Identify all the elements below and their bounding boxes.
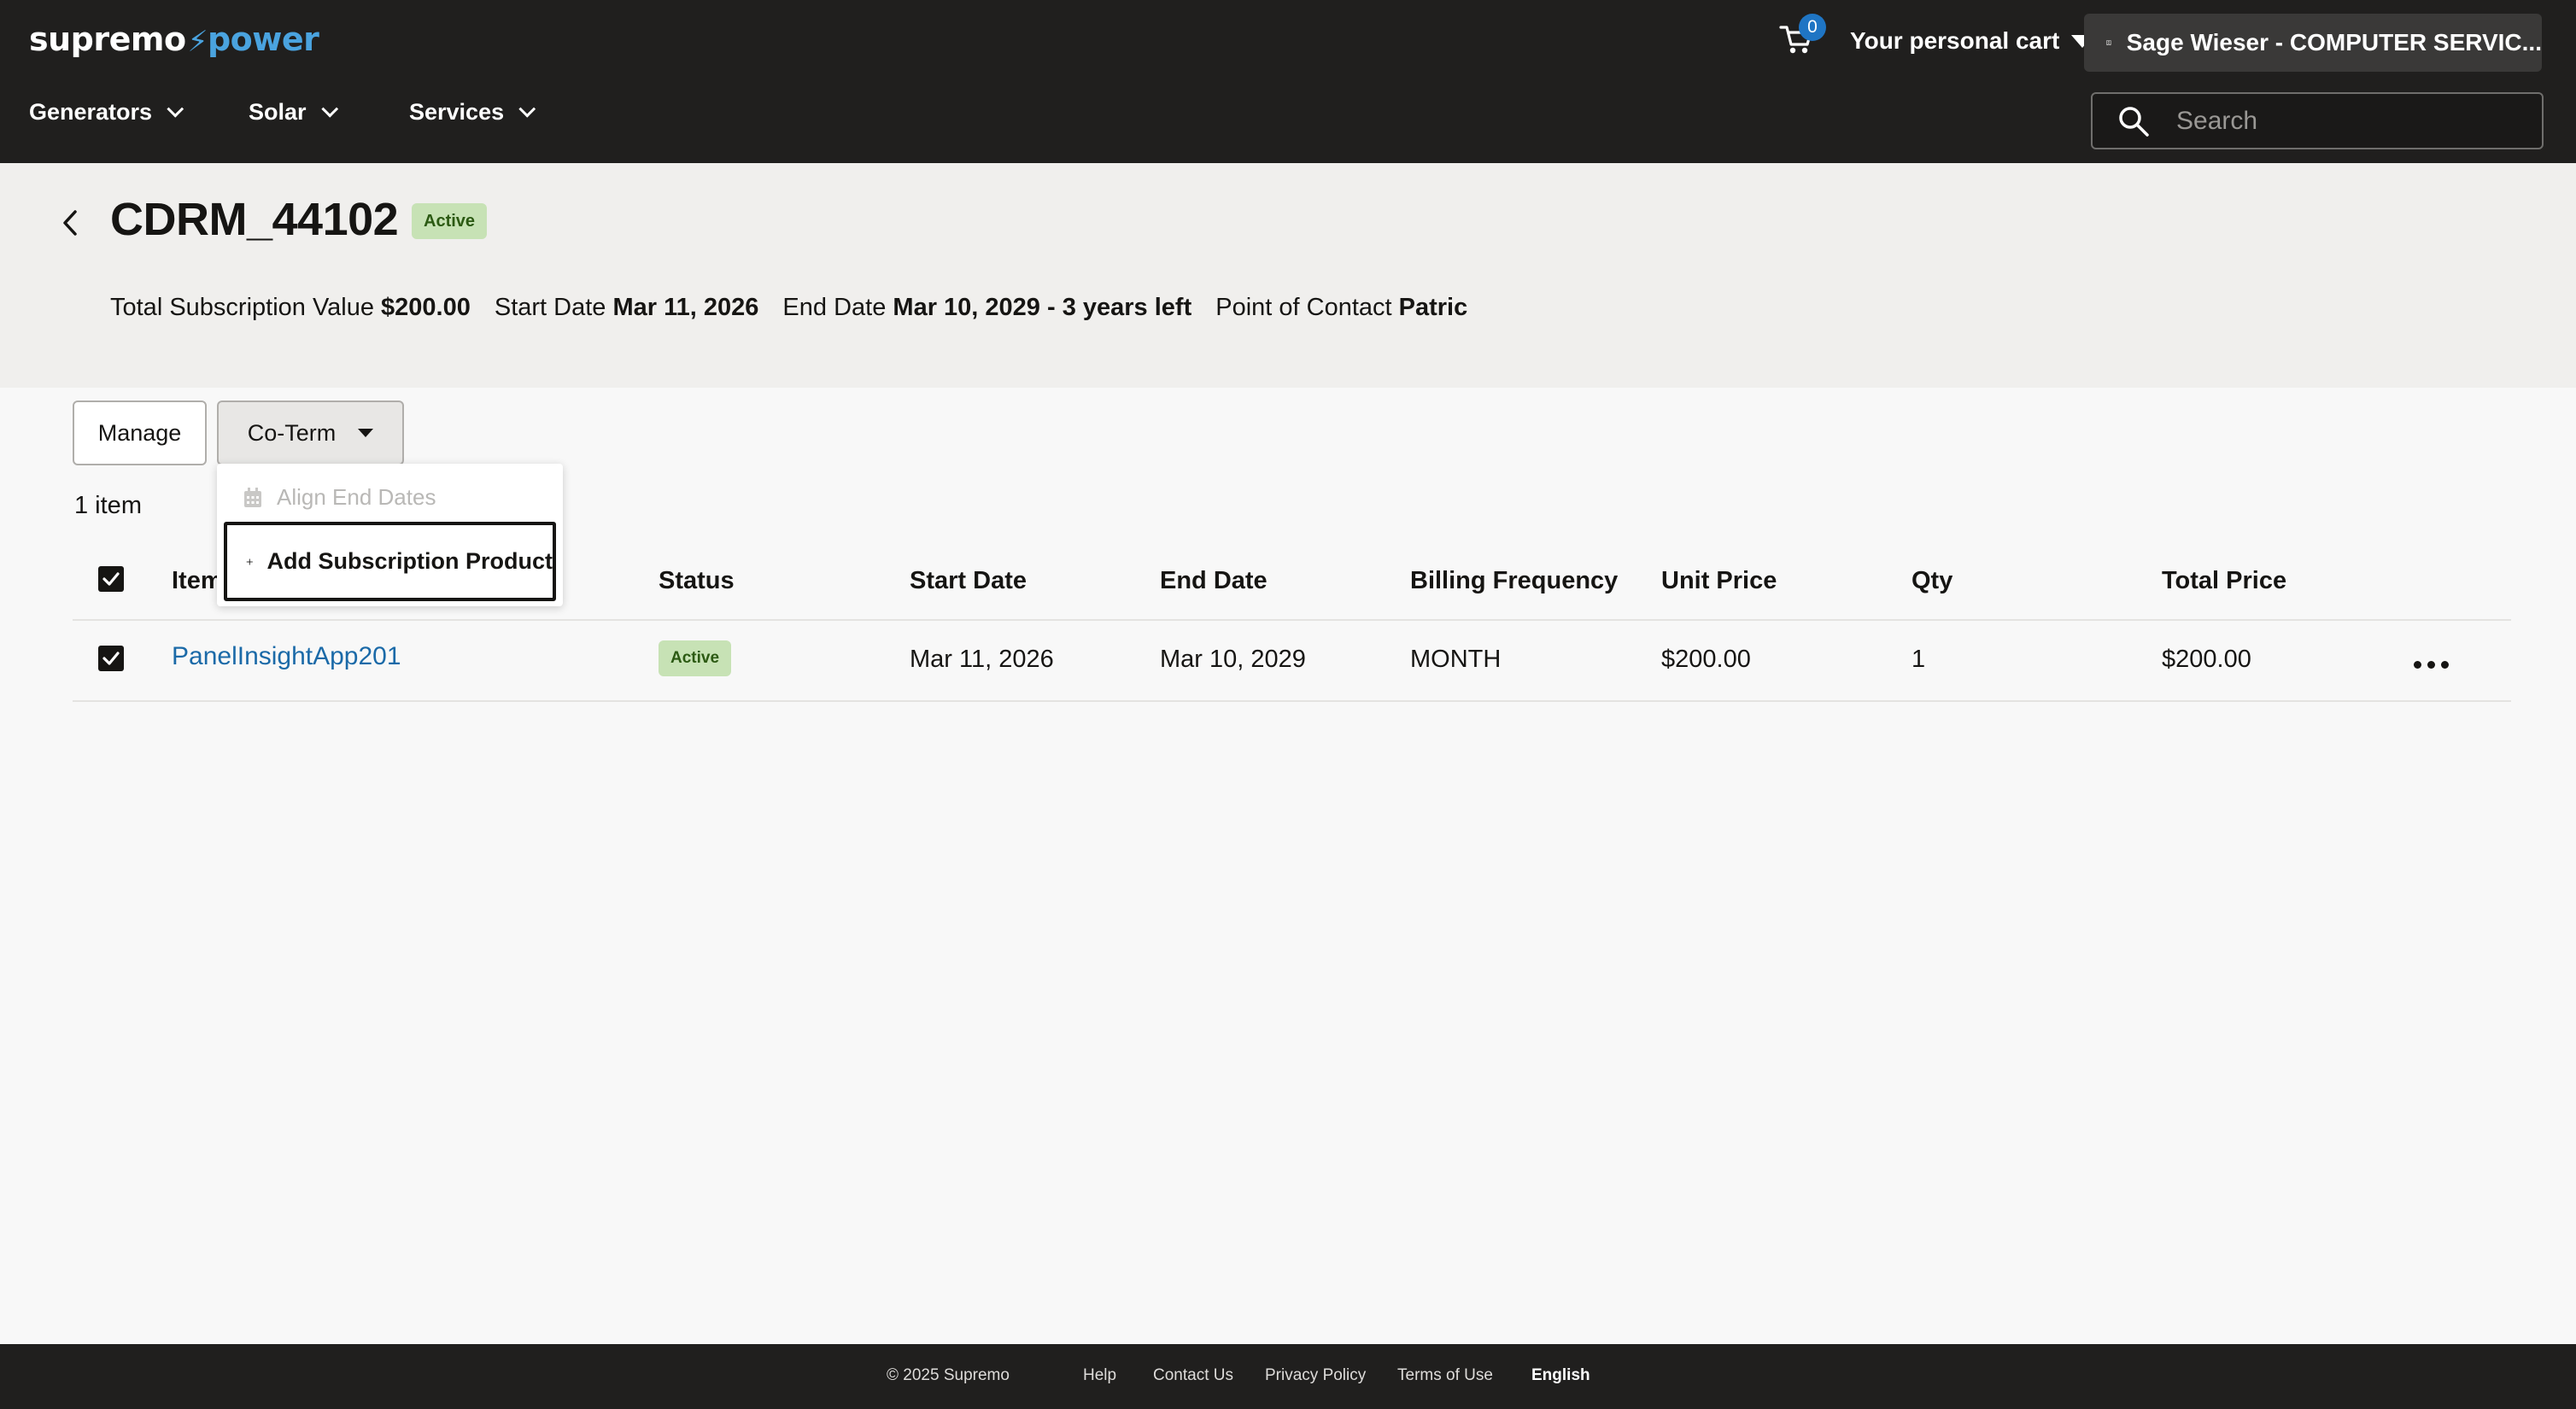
end-date-label: End Date — [782, 294, 887, 321]
coterm-label: Co-Term — [247, 419, 337, 446]
total-value-field: Total Subscription Value $200.00 — [110, 294, 471, 322]
subscription-meta: Total Subscription Value $200.00 Start D… — [110, 294, 1491, 322]
checkmark-icon — [102, 652, 120, 665]
plus-icon — [246, 558, 253, 565]
coterm-dropdown-button[interactable]: Co-Term — [217, 400, 404, 465]
select-all-checkbox[interactable] — [98, 566, 124, 592]
column-header-status[interactable]: Status — [659, 567, 735, 595]
column-header-start-date[interactable]: Start Date — [910, 567, 1027, 595]
nav-generators[interactable]: Generators — [29, 99, 184, 126]
start-date-value: Mar 11, 2026 — [612, 294, 759, 321]
chevron-down-icon — [167, 100, 184, 118]
chevron-down-icon — [320, 100, 338, 118]
page-title: CDRM_44102 — [110, 194, 399, 245]
row-end-date: Mar 10, 2029 — [1160, 646, 1306, 673]
end-date-value: Mar 10, 2029 - 3 years left — [893, 294, 1192, 321]
header-divider — [73, 619, 2511, 621]
column-header-item[interactable]: Item — [172, 567, 223, 595]
checkmark-icon — [102, 572, 120, 586]
row-billing-frequency: MONTH — [1410, 646, 1502, 673]
row-qty: 1 — [1912, 646, 1926, 673]
nav-label: Services — [409, 99, 505, 125]
contact-value: Patric — [1398, 294, 1468, 321]
start-date-field: Start Date Mar 11, 2026 — [495, 294, 759, 322]
column-header-billing-frequency[interactable]: Billing Frequency — [1410, 567, 1618, 595]
nav-services[interactable]: Services — [409, 99, 536, 126]
coterm-menu: Align End Dates Add Subscription Product — [217, 464, 563, 606]
personal-cart-dropdown[interactable]: Your personal cart — [1850, 27, 2094, 55]
column-header-qty[interactable]: Qty — [1912, 567, 1952, 595]
cart-label-text: Your personal cart — [1850, 27, 2060, 54]
column-header-total-price[interactable]: Total Price — [2162, 567, 2286, 595]
row-status-badge: Active — [659, 640, 732, 676]
footer-link-privacy-policy[interactable]: Privacy Policy — [1265, 1366, 1366, 1385]
search-icon[interactable] — [2116, 104, 2151, 138]
row-unit-price: $200.00 — [1661, 646, 1751, 673]
add-subscription-product-label: Add Subscription Product — [266, 548, 553, 574]
end-date-field: End Date Mar 10, 2029 - 3 years left — [782, 294, 1191, 322]
chevron-down-icon — [518, 100, 536, 118]
column-header-end-date[interactable]: End Date — [1160, 567, 1268, 595]
start-date-label: Start Date — [494, 294, 606, 321]
footer-copyright: © 2025 Supremo — [887, 1366, 1010, 1384]
align-end-dates-label: Align End Dates — [277, 484, 436, 510]
align-end-dates-item: Align End Dates — [243, 484, 436, 511]
column-header-unit-price[interactable]: Unit Price — [1661, 567, 1777, 595]
item-link[interactable]: PanelInsightApp201 — [172, 642, 401, 671]
user-account-icon — [2106, 40, 2111, 45]
calendar-icon — [244, 487, 261, 507]
caret-down-icon — [358, 429, 374, 437]
logo-text-supremo: supremo — [29, 20, 186, 58]
manage-button[interactable]: Manage — [73, 400, 207, 465]
cart-count-badge: 0 — [1799, 14, 1826, 41]
nav-solar[interactable]: Solar — [249, 99, 338, 126]
status-badge: Active — [412, 203, 488, 239]
nav-label: Solar — [249, 99, 307, 125]
footer-link-help[interactable]: Help — [1083, 1366, 1116, 1385]
item-count: 1 item — [74, 492, 142, 519]
total-value-label: Total Subscription Value — [110, 294, 374, 321]
row-start-date: Mar 11, 2026 — [910, 646, 1054, 673]
nav-label: Generators — [29, 99, 153, 125]
footer-link-contact-us[interactable]: Contact Us — [1153, 1366, 1233, 1385]
total-value: $200.00 — [381, 294, 471, 321]
account-name: Sage Wieser - COMPUTER SERVIC... — [2126, 29, 2542, 56]
row-total-price: $200.00 — [2162, 646, 2251, 673]
add-subscription-product-item[interactable]: Add Subscription Product — [224, 522, 556, 601]
back-arrow-icon[interactable] — [56, 208, 85, 237]
more-actions-icon[interactable] — [2414, 661, 2449, 669]
row-checkbox[interactable] — [98, 646, 124, 671]
contact-label: Point of Contact — [1215, 294, 1392, 321]
logo-text-power: power — [207, 20, 319, 58]
bolt-icon: ⚡ — [187, 25, 208, 59]
account-button[interactable]: Sage Wieser - COMPUTER SERVIC... — [2084, 14, 2542, 72]
row-divider — [73, 700, 2511, 702]
top-header: supremo ⚡ power 0 Your personal cart Sag… — [0, 0, 2576, 163]
supremo-power-logo[interactable]: supremo ⚡ power — [29, 15, 319, 63]
search-input[interactable] — [2176, 106, 2518, 136]
footer-language-selector[interactable]: English — [1531, 1366, 1590, 1385]
search-box[interactable] — [2091, 92, 2544, 149]
contact-field: Point of Contact Patric — [1215, 294, 1467, 322]
footer-link-terms-of-use[interactable]: Terms of Use — [1397, 1366, 1493, 1385]
